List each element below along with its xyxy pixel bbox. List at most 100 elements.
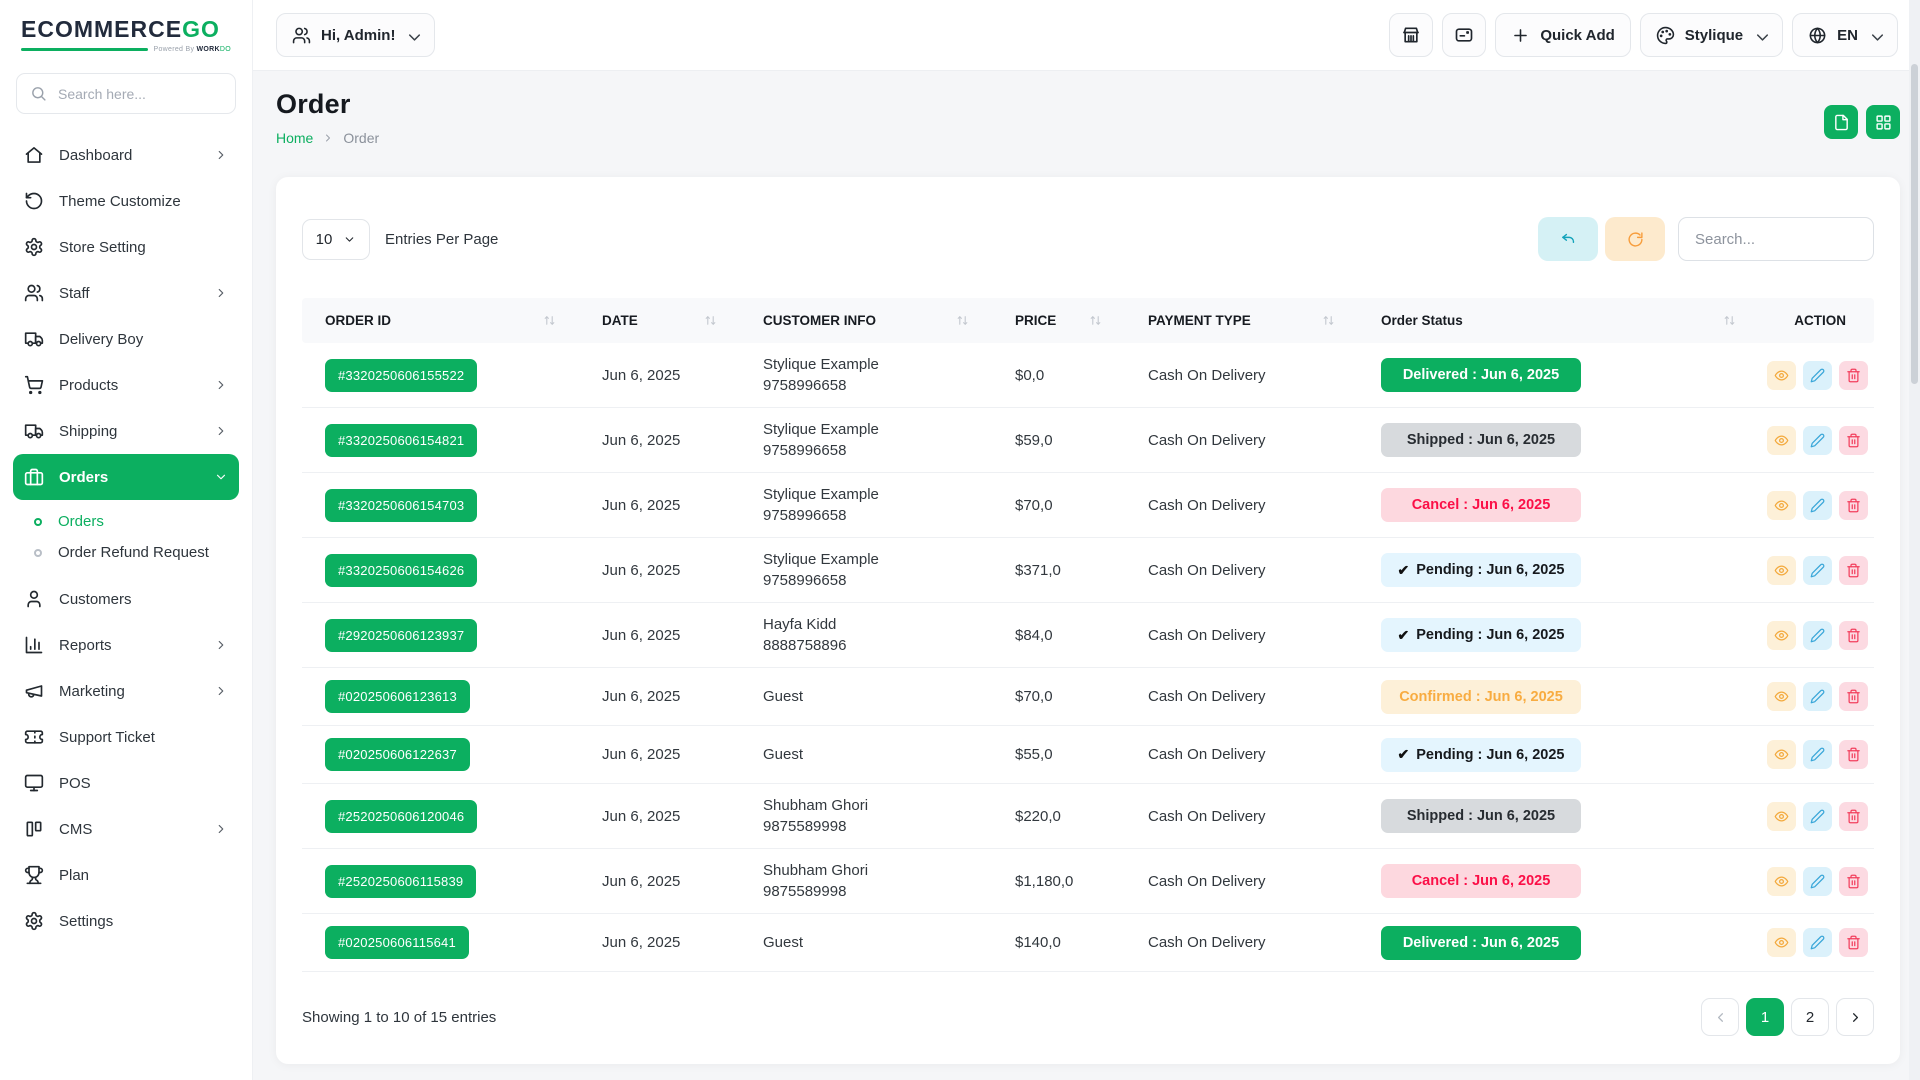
view-order-button[interactable] bbox=[1767, 867, 1796, 896]
table-row: #3320250606154626Jun 6, 2025Stylique Exa… bbox=[302, 538, 1874, 603]
view-order-button[interactable] bbox=[1767, 361, 1796, 390]
sidebar-item-plan[interactable]: Plan bbox=[13, 852, 239, 898]
sidebar-item-dashboard[interactable]: Dashboard bbox=[13, 132, 239, 178]
order-id-badge[interactable]: #3320250606154626 bbox=[325, 554, 477, 587]
order-id-badge[interactable]: #3320250606154703 bbox=[325, 489, 477, 522]
delete-order-button[interactable] bbox=[1839, 621, 1868, 650]
pagination-prev-button[interactable] bbox=[1701, 998, 1739, 1036]
view-order-button[interactable] bbox=[1767, 682, 1796, 711]
edit-order-button[interactable] bbox=[1803, 682, 1832, 711]
grid-view-button[interactable] bbox=[1866, 105, 1900, 139]
theme-select-button[interactable]: Stylique bbox=[1640, 13, 1783, 57]
pagination-next-button[interactable] bbox=[1836, 998, 1874, 1036]
order-id-badge[interactable]: #3320250606155522 bbox=[325, 359, 477, 392]
entries-per-page-select[interactable]: 10 bbox=[302, 219, 370, 260]
customer-phone: 9758996658 bbox=[763, 440, 992, 461]
view-order-button[interactable] bbox=[1767, 556, 1796, 585]
delete-order-button[interactable] bbox=[1839, 682, 1868, 711]
eye-icon bbox=[1774, 498, 1789, 513]
brand-logo[interactable]: ECOMMERCEGO Powered By WORKDO bbox=[13, 0, 239, 61]
column-header-date[interactable]: DATE bbox=[579, 313, 740, 328]
page-content: Order Home Order 10 Entries Per Page bbox=[253, 71, 1920, 1080]
delete-order-button[interactable] bbox=[1839, 802, 1868, 831]
delete-order-button[interactable] bbox=[1839, 491, 1868, 520]
order-id-badge[interactable]: #020250606115641 bbox=[325, 926, 469, 959]
mail-card-icon bbox=[1454, 25, 1474, 45]
export-button[interactable] bbox=[1824, 105, 1858, 139]
sidebar-item-store-setting[interactable]: Store Setting bbox=[13, 224, 239, 270]
table-header-row: ORDER ID DATE CUSTOMER INFOPRICEPAYMENT TY… bbox=[302, 298, 1874, 343]
sidebar-subitem-orders[interactable]: Orders bbox=[13, 506, 239, 537]
payment-type: Cash On Delivery bbox=[1125, 808, 1358, 825]
storefront-button[interactable] bbox=[1389, 13, 1433, 57]
edit-order-button[interactable] bbox=[1803, 556, 1832, 585]
sidebar-item-delivery-boy[interactable]: Delivery Boy bbox=[13, 316, 239, 362]
sidebar-search[interactable] bbox=[16, 73, 236, 114]
view-order-button[interactable] bbox=[1767, 491, 1796, 520]
sidebar-item-settings[interactable]: Settings bbox=[13, 898, 239, 944]
sidebar-item-products[interactable]: Products bbox=[13, 362, 239, 408]
breadcrumb-home-link[interactable]: Home bbox=[276, 130, 313, 146]
sidebar-item-support-ticket[interactable]: Support Ticket bbox=[13, 714, 239, 760]
edit-order-button[interactable] bbox=[1803, 928, 1832, 957]
sidebar-item-pos[interactable]: POS bbox=[13, 760, 239, 806]
order-id-badge[interactable]: #2520250606120046 bbox=[325, 800, 477, 833]
edit-order-button[interactable] bbox=[1803, 491, 1832, 520]
delete-order-button[interactable] bbox=[1839, 740, 1868, 769]
sidebar-item-orders[interactable]: Orders bbox=[13, 454, 239, 500]
customer-phone: 9758996658 bbox=[763, 570, 992, 591]
column-header-customer-info[interactable]: CUSTOMER INFO bbox=[740, 313, 992, 328]
trophy-icon bbox=[24, 865, 44, 885]
pagination-page-button-2[interactable]: 2 bbox=[1791, 998, 1829, 1036]
language-select-button[interactable]: EN bbox=[1792, 13, 1898, 57]
order-id-badge[interactable]: #3320250606154821 bbox=[325, 424, 477, 457]
sidebar-item-reports[interactable]: Reports bbox=[13, 622, 239, 668]
sidebar-subitem-order-refund-request[interactable]: Order Refund Request bbox=[13, 537, 239, 568]
sidebar-item-cms[interactable]: CMS bbox=[13, 806, 239, 852]
view-order-button[interactable] bbox=[1767, 802, 1796, 831]
refresh-button[interactable] bbox=[1605, 217, 1665, 261]
order-id-badge[interactable]: #020250606123613 bbox=[325, 680, 470, 713]
sidebar-search-input[interactable] bbox=[56, 85, 222, 103]
delete-order-button[interactable] bbox=[1839, 426, 1868, 455]
column-header-order-id[interactable]: ORDER ID bbox=[302, 313, 579, 328]
delete-order-button[interactable] bbox=[1839, 556, 1868, 585]
order-id-badge[interactable]: #020250606122637 bbox=[325, 738, 470, 771]
delete-order-button[interactable] bbox=[1839, 361, 1868, 390]
eye-icon bbox=[1774, 368, 1789, 383]
view-order-button[interactable] bbox=[1767, 740, 1796, 769]
admin-menu-button[interactable]: Hi, Admin! bbox=[276, 13, 435, 57]
order-id-badge[interactable]: #2920250606123937 bbox=[325, 619, 477, 652]
quick-add-button[interactable]: Quick Add bbox=[1495, 13, 1630, 57]
scrollbar-thumb[interactable] bbox=[1911, 64, 1918, 384]
column-header-payment-type[interactable]: PAYMENT TYPE bbox=[1125, 313, 1358, 328]
edit-order-button[interactable] bbox=[1803, 361, 1832, 390]
edit-order-button[interactable] bbox=[1803, 867, 1832, 896]
edit-order-button[interactable] bbox=[1803, 426, 1832, 455]
column-header-price[interactable]: PRICE bbox=[992, 313, 1125, 328]
sidebar-item-shipping[interactable]: Shipping bbox=[13, 408, 239, 454]
delete-order-button[interactable] bbox=[1839, 928, 1868, 957]
sidebar-item-customers[interactable]: Customers bbox=[13, 576, 239, 622]
mail-templates-button[interactable] bbox=[1442, 13, 1486, 57]
sidebar-item-marketing[interactable]: Marketing bbox=[13, 668, 239, 714]
sidebar-item-theme-customize[interactable]: Theme Customize bbox=[13, 178, 239, 224]
column-header-order-status[interactable]: Order Status bbox=[1358, 313, 1759, 328]
customer-name: Hayfa Kidd bbox=[763, 614, 992, 635]
edit-order-button[interactable] bbox=[1803, 740, 1832, 769]
edit-order-button[interactable] bbox=[1803, 621, 1832, 650]
payment-type: Cash On Delivery bbox=[1125, 562, 1358, 579]
order-id-badge[interactable]: #2520250606115839 bbox=[325, 865, 476, 898]
topbar: Hi, Admin! Quick Add Stylique EN bbox=[253, 0, 1920, 71]
view-order-button[interactable] bbox=[1767, 426, 1796, 455]
undo-button[interactable] bbox=[1538, 217, 1598, 261]
pagination-page-button-1[interactable]: 1 bbox=[1746, 998, 1784, 1036]
column-header-label: DATE bbox=[602, 313, 638, 328]
page-scrollbar[interactable] bbox=[1909, 0, 1920, 1080]
edit-order-button[interactable] bbox=[1803, 802, 1832, 831]
sidebar-item-staff[interactable]: Staff bbox=[13, 270, 239, 316]
view-order-button[interactable] bbox=[1767, 928, 1796, 957]
table-search-input[interactable] bbox=[1678, 217, 1874, 261]
view-order-button[interactable] bbox=[1767, 621, 1796, 650]
delete-order-button[interactable] bbox=[1839, 867, 1868, 896]
